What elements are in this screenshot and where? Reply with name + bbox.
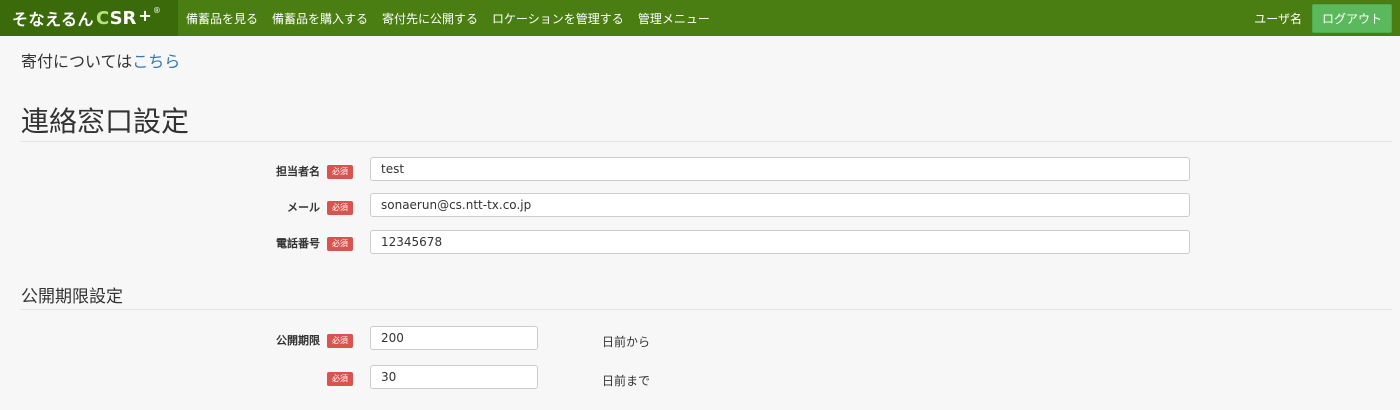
period-to-suffix: 日前まで — [602, 374, 651, 388]
period-from-input[interactable] — [370, 326, 538, 350]
period-label: 公開期限 — [276, 334, 320, 347]
contact-name-label: 担当者名 — [276, 165, 320, 178]
top-navbar: そなえるん CSR + ® 備蓄品を見る 備蓄品を購入する 寄付先に公開する ロ… — [0, 0, 1400, 36]
brand-text: そなえるん — [12, 10, 95, 29]
contact-mail-input[interactable] — [370, 193, 1190, 217]
donation-info: 寄付についてはこちら — [21, 48, 180, 72]
donation-info-link[interactable]: こちら — [132, 52, 180, 71]
period-to-input[interactable] — [370, 365, 538, 389]
nav-item-admin-menu[interactable]: 管理メニュー — [638, 10, 710, 27]
nav-item-purchase-stock[interactable]: 備蓄品を購入する — [272, 10, 368, 27]
required-badge: 必須 — [327, 165, 353, 179]
donation-info-text: 寄付については — [21, 52, 133, 71]
logout-button[interactable]: ログアウト — [1311, 3, 1392, 33]
nav-menu: 備蓄品を見る 備蓄品を購入する 寄付先に公開する ロケーションを管理する 管理メ… — [186, 0, 724, 36]
nav-item-manage-locations[interactable]: ロケーションを管理する — [492, 10, 624, 27]
required-badge: 必須 — [327, 237, 353, 251]
contact-phone-label: 電話番号 — [276, 237, 320, 250]
period-section-title: 公開期限設定 — [21, 287, 123, 307]
brand-registered-mark: ® — [152, 5, 161, 15]
period-from-suffix: 日前から — [602, 335, 651, 349]
page-title: 連絡窓口設定 — [21, 105, 190, 138]
title-divider — [20, 141, 1392, 142]
nav-item-view-stock[interactable]: 備蓄品を見る — [186, 10, 258, 27]
required-badge: 必須 — [327, 334, 353, 348]
brand-csr-rest: SR — [109, 7, 137, 29]
nav-right: ユーザ名 ログアウト — [1254, 0, 1392, 36]
period-divider — [20, 309, 1392, 310]
brand-csr: CSR — [96, 8, 136, 29]
brand-logo[interactable]: そなえるん CSR + ® — [0, 0, 178, 36]
required-badge: 必須 — [327, 372, 353, 386]
contact-phone-input[interactable] — [370, 230, 1190, 254]
brand-plus: + — [138, 5, 152, 25]
username[interactable]: ユーザ名 — [1254, 10, 1302, 27]
contact-mail-label: メール — [287, 201, 320, 214]
brand-csr-c: C — [96, 7, 110, 29]
contact-name-input[interactable] — [370, 157, 1190, 181]
required-badge: 必須 — [327, 201, 353, 215]
nav-item-publish-donation[interactable]: 寄付先に公開する — [382, 10, 478, 27]
